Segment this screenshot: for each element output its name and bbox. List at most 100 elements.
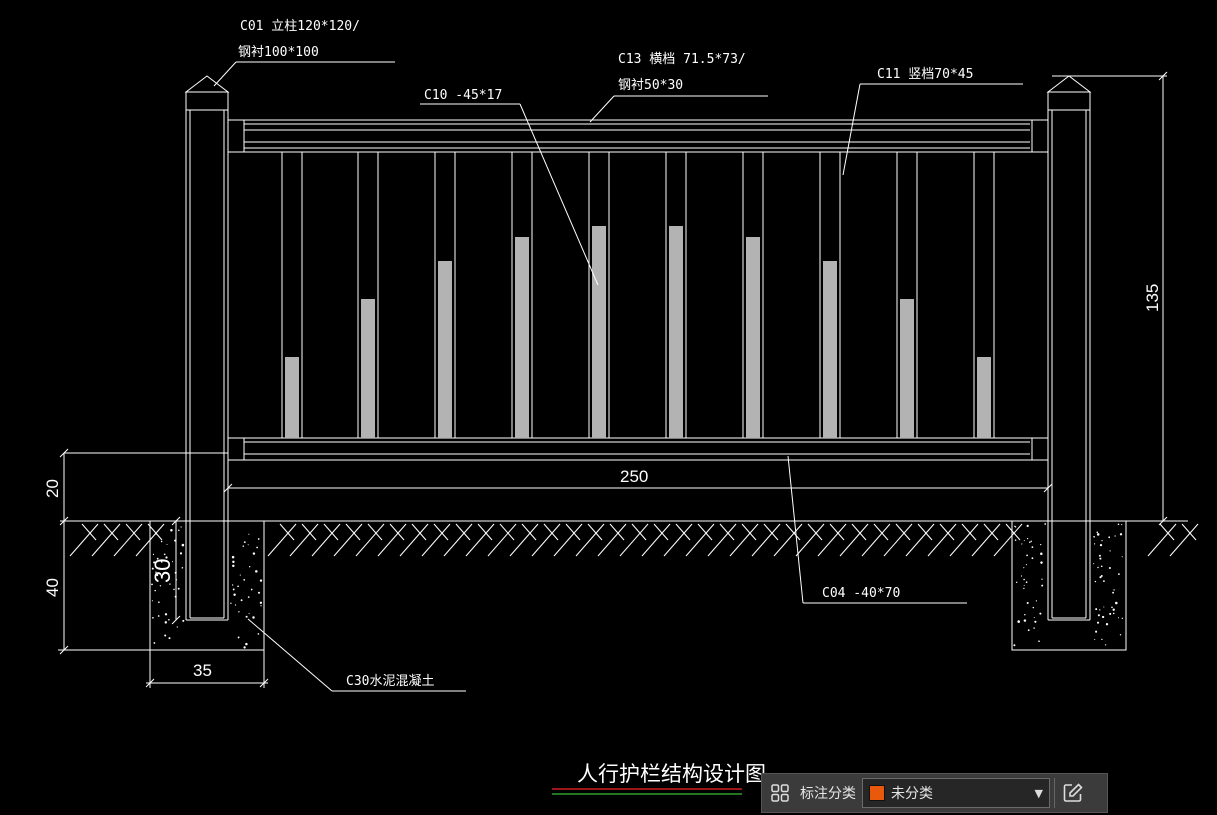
concrete-speck bbox=[1093, 543, 1096, 545]
concrete-speck bbox=[1041, 584, 1044, 587]
concrete-speck bbox=[1113, 589, 1115, 591]
concrete-speck bbox=[243, 579, 246, 581]
concrete-speck bbox=[171, 561, 174, 563]
concrete-speck bbox=[1118, 573, 1120, 575]
concrete-speck bbox=[237, 636, 240, 639]
concrete-speck bbox=[1098, 554, 1101, 557]
hatch-line bbox=[763, 523, 779, 541]
concrete-speck bbox=[256, 546, 258, 549]
baluster-fill bbox=[669, 226, 683, 438]
concrete-speck bbox=[248, 533, 250, 535]
cad-drawing-canvas[interactable]: C01 立柱120*120/ 钢衬100*100 C13 横档 71.5*73/… bbox=[0, 0, 1217, 815]
concrete-speck bbox=[231, 584, 234, 586]
concrete-speck bbox=[164, 621, 168, 624]
concrete-speck bbox=[1020, 575, 1023, 577]
hatch-line bbox=[697, 523, 713, 541]
hatch-line bbox=[465, 523, 495, 557]
hatch-line bbox=[289, 523, 319, 557]
concrete-speck bbox=[1108, 536, 1111, 539]
baluster-fill bbox=[977, 357, 991, 438]
concrete-speck bbox=[1038, 640, 1040, 642]
concrete-speck bbox=[233, 593, 236, 596]
hatch-line bbox=[807, 523, 823, 541]
concrete-speck bbox=[1026, 524, 1029, 528]
concrete-speck bbox=[1023, 587, 1025, 590]
concrete-speck bbox=[160, 540, 163, 543]
concrete-speck bbox=[245, 642, 248, 646]
concrete-speck bbox=[237, 585, 239, 588]
label-c13-line2: 钢衬50*30 bbox=[618, 78, 683, 93]
hatch-line bbox=[389, 523, 405, 541]
hatch-line bbox=[113, 523, 143, 557]
hatch-line bbox=[91, 523, 121, 557]
concrete-speck bbox=[1013, 644, 1016, 647]
label-c30: C30水泥混凝土 bbox=[346, 673, 434, 689]
concrete-speck bbox=[176, 579, 178, 581]
hatch-line bbox=[81, 523, 97, 541]
hatch-line bbox=[949, 523, 979, 557]
hatch-line bbox=[443, 523, 473, 557]
edit-icon[interactable] bbox=[1055, 774, 1091, 812]
hatch-line bbox=[895, 523, 911, 541]
concrete-speck bbox=[1033, 617, 1035, 619]
concrete-speck bbox=[1109, 550, 1111, 552]
concrete-speck bbox=[1096, 531, 1099, 534]
concrete-speck bbox=[259, 579, 263, 582]
concrete-speck bbox=[1095, 608, 1098, 611]
concrete-speck bbox=[1114, 535, 1116, 537]
concrete-speck bbox=[1111, 606, 1113, 609]
grid-icon[interactable] bbox=[762, 774, 798, 812]
concrete-speck bbox=[247, 544, 249, 546]
concrete-speck bbox=[259, 601, 263, 604]
hatch-line bbox=[487, 523, 517, 557]
concrete-speck bbox=[1030, 540, 1032, 543]
concrete-speck bbox=[1093, 563, 1095, 565]
concrete-speck bbox=[243, 646, 246, 649]
concrete-speck bbox=[154, 589, 156, 592]
concrete-speck bbox=[257, 591, 261, 594]
label-c01-line2: 钢衬100*100 bbox=[238, 45, 319, 60]
top-rail bbox=[227, 119, 1049, 153]
concrete-speck bbox=[168, 637, 171, 640]
chevron-down-icon: ▼ bbox=[1034, 787, 1043, 800]
concrete-speck bbox=[1044, 523, 1047, 525]
baluster-fill bbox=[746, 237, 760, 438]
concrete-speck bbox=[181, 566, 184, 569]
hatch-line bbox=[69, 523, 99, 557]
concrete-speck bbox=[1014, 526, 1017, 528]
hatch-line bbox=[873, 523, 889, 541]
hatch-line bbox=[971, 523, 1001, 557]
concrete-speck bbox=[232, 560, 235, 564]
baluster-fill bbox=[592, 226, 606, 438]
concrete-speck bbox=[1096, 621, 1100, 624]
hatch-line bbox=[619, 523, 649, 557]
concrete-speck bbox=[153, 642, 156, 644]
concrete-speck bbox=[153, 561, 156, 564]
hatch-line bbox=[521, 523, 537, 541]
hatch-line bbox=[675, 523, 691, 541]
concrete-speck bbox=[1121, 556, 1123, 558]
concrete-speck bbox=[155, 533, 157, 535]
category-select[interactable]: 未分类 ▼ bbox=[862, 778, 1050, 808]
hatch-line bbox=[267, 523, 297, 557]
concrete-speck bbox=[1026, 554, 1028, 557]
concrete-speck bbox=[1121, 617, 1123, 619]
concrete-speck bbox=[152, 616, 154, 619]
concrete-speck bbox=[245, 615, 248, 618]
annotation-toolbar: 标注分类 未分类 ▼ bbox=[761, 773, 1108, 813]
concrete-speck bbox=[1097, 614, 1100, 617]
hatch-line bbox=[411, 523, 427, 541]
concrete-speck bbox=[1109, 612, 1112, 615]
concrete-speck bbox=[1024, 613, 1026, 616]
hatch-line bbox=[1147, 523, 1177, 557]
baluster-fill bbox=[515, 237, 529, 438]
concrete-speck bbox=[252, 552, 256, 555]
hatch-line bbox=[301, 523, 317, 541]
hatch-line bbox=[927, 523, 957, 557]
concrete-speck bbox=[1101, 615, 1105, 619]
hatch-line bbox=[367, 523, 383, 541]
concrete-speck bbox=[151, 583, 153, 586]
concrete-speck bbox=[1015, 581, 1018, 584]
concrete-speck bbox=[1026, 601, 1029, 605]
ground-hatch bbox=[69, 523, 1199, 557]
